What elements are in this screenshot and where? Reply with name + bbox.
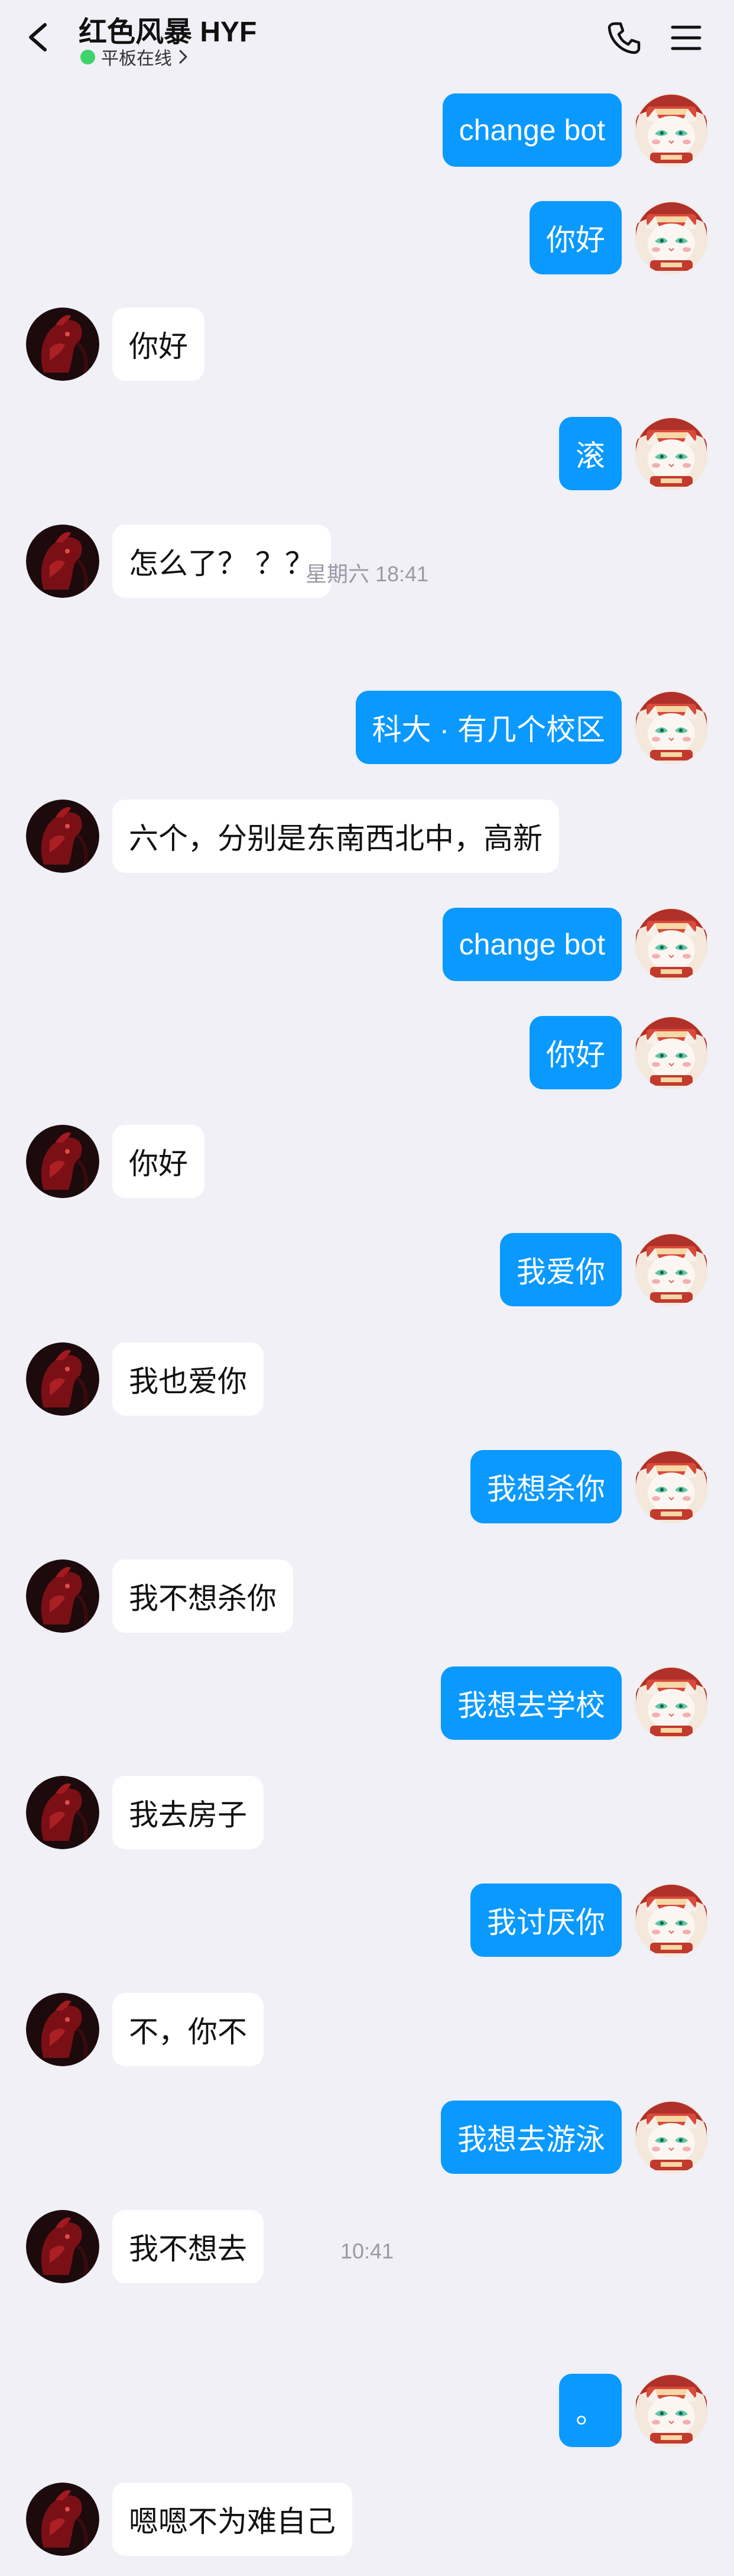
contact-avatar[interactable] [26,1776,99,1849]
message-bubble[interactable]: 我也爱你 [112,1342,264,1416]
sent-message-row: 你好 [0,201,734,274]
sent-message-row: 我想去游泳 [0,2101,734,2174]
my-avatar[interactable] [635,1450,708,1523]
message-bubble[interactable]: 六个，分别是东南西北中，高新 [112,800,559,873]
sent-message-row: change bot [0,908,734,981]
my-avatar[interactable] [635,417,708,490]
message-bubble[interactable]: 你好 [530,201,622,274]
contact-avatar[interactable] [26,1559,99,1633]
message-bubble[interactable]: 我讨厌你 [470,1884,622,1957]
my-avatar[interactable] [635,691,708,764]
timestamp-label: 星期六 18:41 [305,562,429,586]
contact-avatar[interactable] [26,2483,99,2556]
sent-message-row: 我讨厌你 [0,1884,734,1957]
contact-avatar[interactable] [26,1342,99,1416]
sent-message-row: 我爱你 [0,1233,734,1306]
my-avatar[interactable] [635,1233,708,1306]
message-bubble[interactable]: 我想去游泳 [441,2101,622,2174]
sent-message-row: 滚 [0,417,734,490]
sent-message-row: 科大 · 有几个校区 [0,691,734,764]
timestamp-label: 10:41 [340,2239,394,2263]
online-dot-icon [80,49,95,64]
online-status[interactable]: 平板在线 [80,45,189,69]
sent-message-row: 。 [0,2374,734,2447]
contact-avatar[interactable] [26,800,99,873]
my-avatar[interactable] [635,908,708,981]
contact-avatar[interactable] [26,1125,99,1198]
my-avatar[interactable] [635,2101,708,2174]
message-bubble[interactable]: 不，你不 [112,1993,264,2066]
received-message-row: 你好 [0,308,734,381]
status-text: 平板在线 [101,49,172,69]
menu-icon[interactable] [670,24,702,52]
message-bubble[interactable]: 我去房子 [112,1776,264,1849]
received-message-row: 嗯嗯不为难自己 [0,2483,734,2556]
my-avatar[interactable] [635,201,708,274]
message-bubble[interactable]: 科大 · 有几个校区 [355,691,622,764]
chevron-right-icon [179,50,187,64]
message-bubble[interactable]: 我爱你 [500,1233,622,1306]
chat-header: 红色风暴 HYF 平板在线 [0,0,734,77]
my-avatar[interactable] [635,1016,708,1089]
my-avatar[interactable] [635,2374,708,2447]
message-bubble[interactable]: 我想去学校 [441,1666,622,1740]
message-bubble[interactable]: change bot [442,908,622,981]
message-bubble[interactable]: 。 [559,2374,622,2447]
message-bubble[interactable]: 嗯嗯不为难自己 [112,2483,352,2556]
my-avatar[interactable] [635,1884,708,1957]
message-bubble[interactable]: 你好 [112,308,204,381]
received-message-row: 不，你不 [0,1993,734,2066]
message-bubble[interactable]: 我想杀你 [470,1450,622,1523]
sent-message-row: 你好 [0,1016,734,1089]
contact-avatar[interactable] [26,308,99,381]
message-bubble[interactable]: 你好 [530,1016,622,1089]
back-arrow-icon[interactable] [26,22,50,52]
received-message-row: 我也爱你 [0,1342,734,1416]
message-bubble[interactable]: 我不想杀你 [112,1559,293,1633]
message-bubble[interactable]: change bot [442,93,622,167]
received-message-row: 六个，分别是东南西北中，高新 [0,800,734,873]
message-bubble[interactable]: 你好 [112,1125,204,1198]
my-avatar[interactable] [635,1666,708,1740]
message-bubble[interactable]: 滚 [559,417,622,490]
received-message-row: 我去房子 [0,1776,734,1849]
sent-message-row: 我想杀你 [0,1450,734,1523]
contact-avatar[interactable] [26,1993,99,2066]
sent-message-row: 我想去学校 [0,1666,734,1740]
phone-icon[interactable] [606,20,642,56]
sent-message-row: change bot [0,93,734,167]
received-message-row: 我不想杀你 [0,1559,734,1633]
received-message-row: 你好 [0,1125,734,1198]
my-avatar[interactable] [635,93,708,167]
